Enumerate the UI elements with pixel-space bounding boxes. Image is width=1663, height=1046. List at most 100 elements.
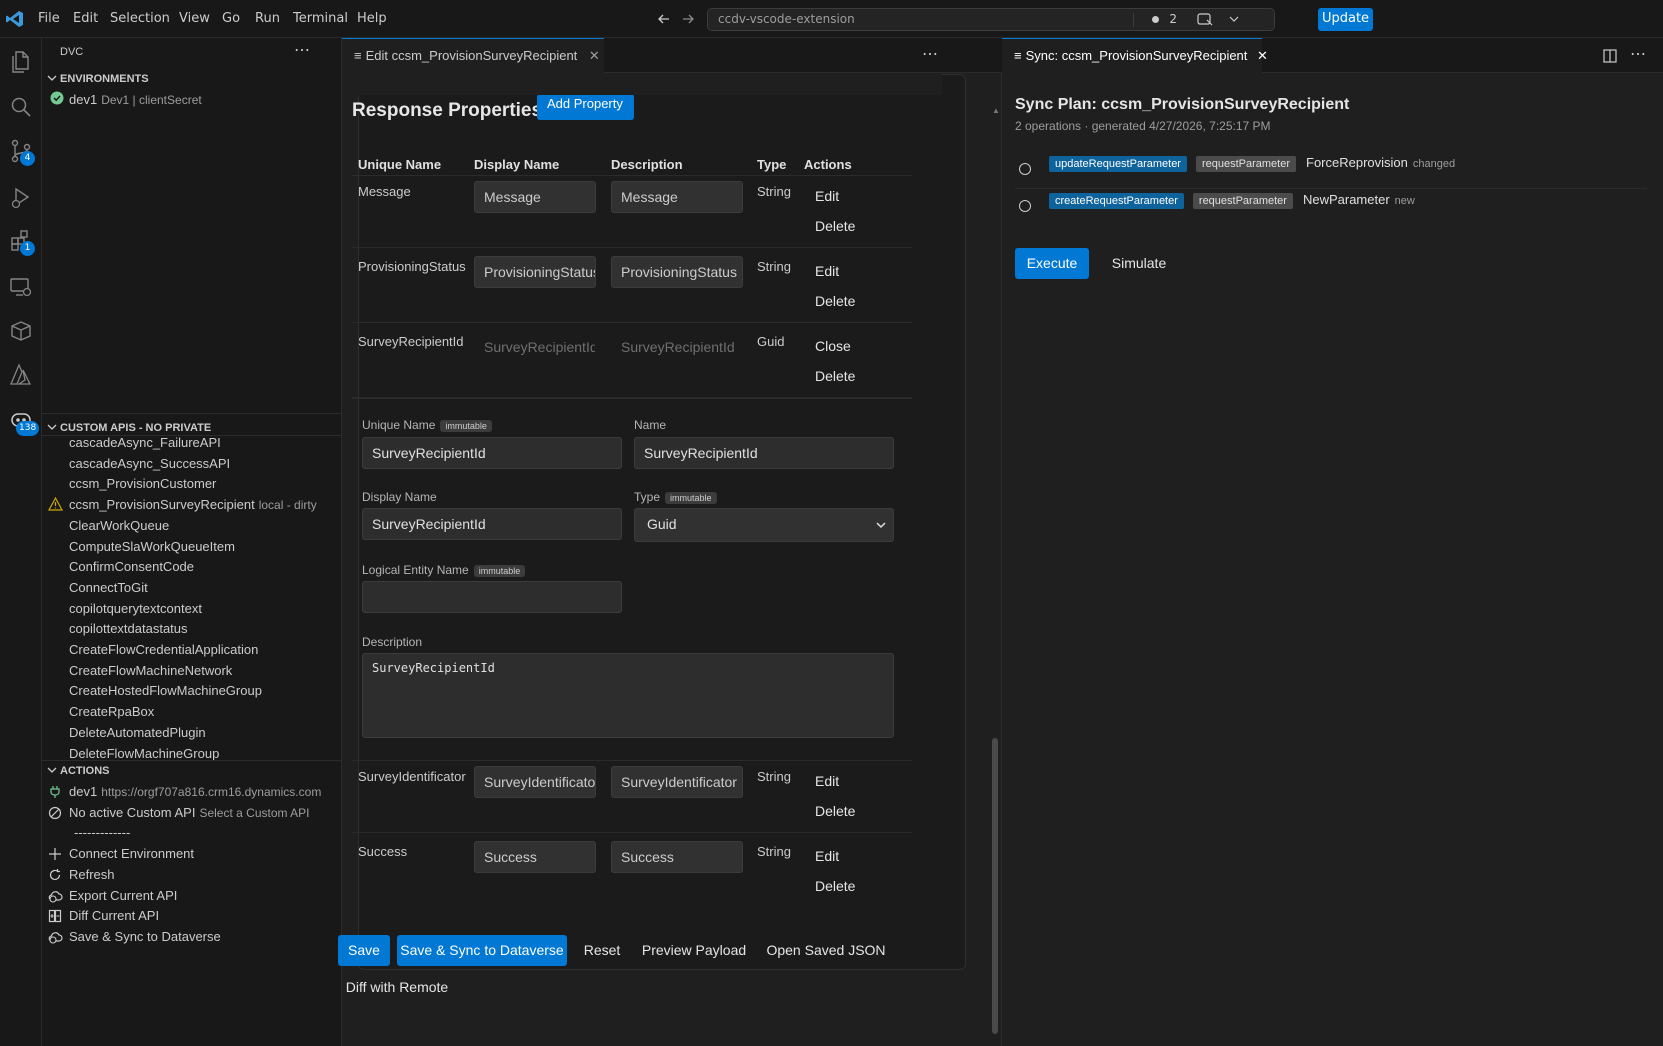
split-editor-icon[interactable] — [1602, 48, 1618, 64]
custom-api-item[interactable]: copilotquerytextcontext — [69, 601, 202, 616]
property-display-name[interactable]: ProvisioningStatus — [474, 256, 596, 288]
action-item[interactable]: Refresh — [49, 867, 115, 882]
environment-item[interactable]: dev1 Dev1 | clientSecret — [69, 92, 202, 107]
custom-apis-header[interactable]: CUSTOM APIS - NO PRIVATE — [60, 422, 211, 434]
type-select[interactable]: Guid — [634, 508, 894, 542]
custom-api-item[interactable]: DeleteAutomatedPlugin — [69, 725, 206, 740]
logical-entity-field[interactable] — [362, 581, 622, 613]
execute-button[interactable]: Execute — [1015, 248, 1089, 279]
back-arrow-icon[interactable] — [656, 11, 672, 27]
dvc-icon[interactable]: 138 — [8, 408, 40, 436]
reset-button[interactable]: Reset — [578, 935, 626, 966]
preview-payload-button[interactable]: Preview Payload — [639, 935, 749, 966]
menu-file[interactable]: File — [38, 11, 60, 26]
files-icon[interactable] — [8, 48, 34, 74]
chevron-down-icon[interactable] — [46, 764, 58, 776]
tab-sync-plan[interactable]: ≡ Sync: ccsm_ProvisionSurveyRecipient ✕ — [1002, 38, 1268, 73]
scroll-up-icon[interactable]: ▲ — [992, 106, 1000, 115]
package-icon[interactable] — [8, 318, 34, 344]
update-button[interactable]: Update — [1318, 8, 1373, 31]
custom-api-item[interactable]: DeleteFlowMachineGroup — [69, 746, 219, 761]
property-description[interactable]: ProvisioningStatus — [611, 256, 743, 288]
run-debug-icon[interactable] — [8, 184, 34, 210]
open-saved-json-button[interactable]: Open Saved JSON — [764, 935, 888, 966]
chevron-down-icon[interactable] — [46, 421, 58, 433]
operation-checkbox[interactable] — [1019, 163, 1031, 175]
notifications-count[interactable]: 2 — [1169, 12, 1177, 26]
property-description[interactable]: Message — [611, 181, 743, 213]
menu-terminal[interactable]: Terminal — [293, 11, 348, 26]
custom-api-item[interactable]: ClearWorkQueue — [69, 518, 169, 533]
source-control-icon[interactable]: 4 — [8, 138, 35, 166]
property-action-primary[interactable]: Edit — [815, 848, 839, 864]
close-icon[interactable]: ✕ — [1257, 48, 1268, 63]
custom-api-item[interactable]: ConfirmConsentCode — [69, 559, 194, 574]
custom-api-item[interactable]: cascadeAsync_FailureAPI — [69, 435, 221, 450]
copilot-icon[interactable] — [1196, 11, 1214, 27]
property-display-name[interactable]: SurveyRecipientId — [474, 331, 596, 363]
menu-help[interactable]: Help — [357, 11, 387, 26]
custom-api-item[interactable]: CreateRpaBox — [69, 704, 154, 719]
property-description[interactable]: SurveyIdentificator — [611, 766, 743, 798]
search-icon[interactable] — [8, 94, 34, 120]
property-action-primary[interactable]: Edit — [815, 773, 839, 789]
remote-explorer-icon[interactable] — [8, 274, 34, 300]
diff-remote-button[interactable]: Diff with Remote — [342, 972, 452, 1003]
menu-edit[interactable]: Edit — [73, 11, 98, 26]
editor-scrollbar[interactable]: ▲ — [990, 106, 1000, 1040]
more-actions-icon[interactable]: ⋯ — [922, 44, 938, 64]
custom-api-item[interactable]: cascadeAsync_SuccessAPI — [69, 456, 230, 471]
menu-run[interactable]: Run — [255, 11, 280, 26]
custom-api-item[interactable]: ComputeSlaWorkQueueItem — [69, 539, 235, 554]
azure-icon[interactable] — [8, 362, 34, 388]
custom-api-item[interactable]: ConnectToGit — [69, 580, 148, 595]
unique-name-field[interactable]: SurveyRecipientId — [362, 437, 622, 469]
more-actions-icon[interactable]: ⋯ — [294, 40, 310, 60]
property-delete-button[interactable]: Delete — [815, 293, 855, 309]
menu-view[interactable]: View — [179, 11, 210, 26]
action-item[interactable]: Diff Current API — [48, 908, 159, 923]
property-action-primary[interactable]: Edit — [815, 188, 839, 204]
property-display-name[interactable]: SurveyIdentificator — [474, 766, 596, 798]
save-sync-button[interactable]: Save & Sync to Dataverse — [397, 935, 567, 966]
more-actions-icon[interactable]: ⋯ — [1630, 44, 1646, 64]
custom-api-item[interactable]: CreateFlowCredentialApplication — [69, 642, 258, 657]
display-name-field[interactable]: SurveyRecipientId — [362, 508, 622, 540]
actions-header[interactable]: ACTIONS — [60, 765, 110, 777]
name-field[interactable]: SurveyRecipientId — [634, 437, 894, 469]
menu-go[interactable]: Go — [222, 11, 240, 26]
property-delete-button[interactable]: Delete — [815, 878, 855, 894]
property-description[interactable]: SurveyRecipientId — [611, 331, 743, 363]
custom-api-item[interactable]: CreateHostedFlowMachineGroup — [69, 683, 262, 698]
property-display-name[interactable]: Success — [474, 841, 596, 873]
save-button[interactable]: Save — [338, 935, 390, 966]
operation-checkbox[interactable] — [1019, 200, 1031, 212]
chevron-down-icon[interactable] — [46, 72, 58, 84]
property-description[interactable]: Success — [611, 841, 743, 873]
action-item[interactable]: No active Custom API Select a Custom API — [48, 805, 310, 820]
tab-edit-api[interactable]: ≡ Edit ccsm_ProvisionSurveyRecipient ✕ — [342, 38, 604, 73]
add-property-button[interactable]: Add Property — [537, 94, 634, 120]
custom-api-item[interactable]: ccsm_ProvisionSurveyRecipient local - dir… — [48, 497, 317, 512]
forward-arrow-icon[interactable] — [680, 11, 696, 27]
extensions-icon[interactable]: 1 — [8, 228, 35, 256]
property-action-primary[interactable]: Edit — [815, 263, 839, 279]
property-delete-button[interactable]: Delete — [815, 803, 855, 819]
action-item[interactable]: Save & Sync to Dataverse — [48, 929, 221, 944]
scrollbar-thumb[interactable] — [992, 738, 998, 1034]
custom-api-item[interactable]: copilottextdatastatus — [69, 621, 188, 636]
description-textarea[interactable]: SurveyRecipientId — [362, 653, 894, 738]
action-item[interactable]: Connect Environment — [49, 846, 194, 861]
property-delete-button[interactable]: Delete — [815, 218, 855, 234]
custom-api-item[interactable]: CreateFlowMachineNetwork — [69, 663, 232, 678]
menu-selection[interactable]: Selection — [110, 11, 170, 26]
property-display-name[interactable]: Message — [474, 181, 596, 213]
command-center-search[interactable]: ccdv-vscode-extension 2 — [707, 8, 1275, 31]
property-action-primary[interactable]: Close — [815, 338, 851, 354]
custom-api-item[interactable]: ccsm_ProvisionCustomer — [69, 476, 216, 491]
chevron-down-icon[interactable] — [1228, 11, 1240, 27]
action-item[interactable]: dev1 https://orgf707a816.crm16.dynamics.c… — [50, 784, 321, 799]
close-icon[interactable]: ✕ — [589, 48, 600, 63]
action-item[interactable]: Export Current API — [48, 888, 177, 903]
property-delete-button[interactable]: Delete — [815, 368, 855, 384]
